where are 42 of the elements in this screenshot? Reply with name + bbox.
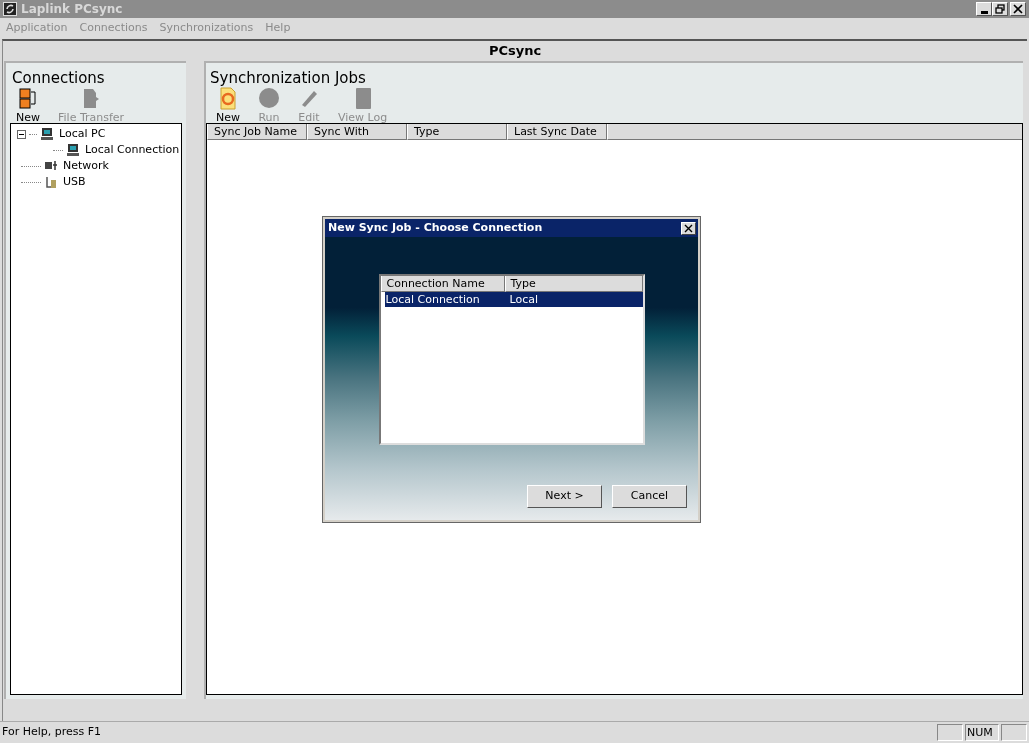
toolbar-button[interactable]: New	[14, 87, 42, 127]
minimize-button[interactable]	[976, 2, 992, 16]
window-title: Laplink PCsync	[21, 1, 124, 18]
column-header[interactable]: Type	[407, 124, 507, 140]
tree-item[interactable]: Local PC	[57, 125, 106, 143]
app-header: PCsync	[487, 42, 543, 61]
computer-icon	[66, 143, 80, 157]
computer-icon	[40, 127, 54, 141]
network-icon	[44, 159, 58, 173]
column-header[interactable]: Last Sync Date	[507, 124, 607, 140]
dialog-title: New Sync Job - Choose Connection	[328, 219, 544, 236]
status-pane	[937, 724, 963, 741]
dialog-button[interactable]: Cancel	[612, 485, 687, 508]
list-row[interactable]: Local Connection Local	[384, 292, 643, 307]
column-header[interactable]: Connection Name	[380, 276, 505, 292]
tree-item[interactable]: USB	[61, 173, 86, 191]
restore-icon	[994, 3, 1006, 15]
panel-title: Synchronization Jobs	[209, 68, 367, 87]
app-logo-icon	[3, 2, 17, 16]
list-cell-text: Local	[508, 292, 539, 307]
tree-item[interactable]: Local Connection	[83, 141, 180, 159]
close-button[interactable]	[681, 221, 696, 235]
status-indicator: NUM	[965, 724, 999, 741]
toolbar-button[interactable]: New	[214, 87, 242, 127]
circle-icon	[258, 87, 280, 110]
list-cell-text: Local Connection	[384, 292, 481, 307]
stacked-boxes-icon	[17, 87, 39, 110]
column-header[interactable]: Sync Job Name	[207, 124, 307, 140]
usb-device-icon	[44, 175, 58, 189]
tree-item[interactable]: Network	[61, 157, 109, 175]
minimize-icon	[980, 10, 988, 14]
column-header[interactable]: Sync With	[307, 124, 407, 140]
close-icon	[1012, 3, 1024, 15]
status-text: For Help, press F1	[1, 724, 103, 741]
status-pane	[1001, 724, 1027, 741]
restore-button[interactable]	[992, 2, 1008, 16]
close-button[interactable]	[1010, 2, 1026, 16]
column-header[interactable]: Type	[504, 276, 643, 292]
dialog-button[interactable]: Next >	[527, 485, 602, 508]
collapse-toggle-icon[interactable]	[17, 129, 26, 139]
panel-title: Connections	[11, 68, 106, 87]
document-refresh-icon	[217, 87, 239, 110]
